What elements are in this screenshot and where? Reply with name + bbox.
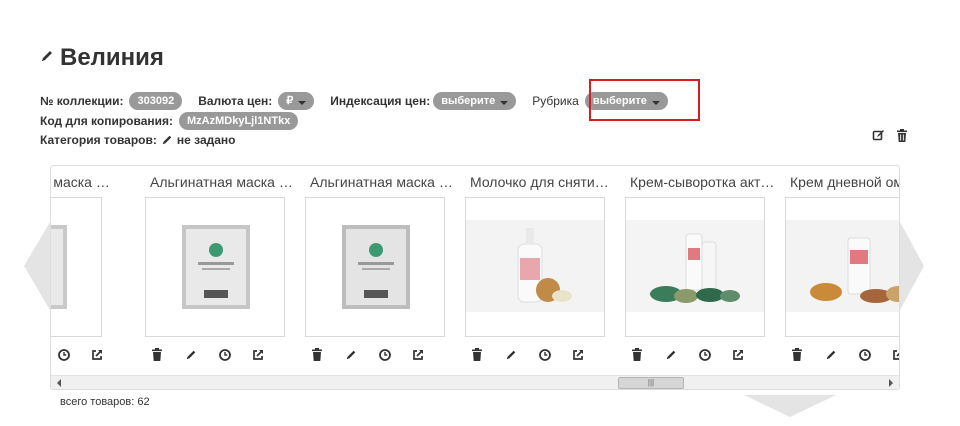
edit-button[interactable] xyxy=(823,349,839,365)
share-button[interactable] xyxy=(250,349,266,365)
product-image[interactable] xyxy=(305,197,445,337)
copy-code-label: Код для копирования: xyxy=(40,114,174,128)
product-image[interactable] xyxy=(625,197,765,337)
product-image[interactable] xyxy=(51,197,102,337)
rubric-highlight-box xyxy=(589,79,700,121)
trash-icon xyxy=(896,129,908,147)
history-button[interactable] xyxy=(56,349,72,365)
carousel-next-arrow[interactable] xyxy=(900,222,924,310)
share-icon xyxy=(91,348,103,366)
history-button[interactable] xyxy=(537,349,553,365)
product-title[interactable]: Молочко для снятия макияжа xyxy=(470,174,615,190)
pencil-icon xyxy=(505,348,517,366)
currency-dropdown[interactable]: ₽ xyxy=(278,92,315,110)
pencil-icon[interactable] xyxy=(40,42,54,70)
product-card[interactable]: Альгинатная маска для лица xyxy=(301,166,461,366)
product-title[interactable]: Альгинатная маска для лица xyxy=(150,174,295,190)
clock-icon xyxy=(699,348,711,366)
clock-icon xyxy=(539,348,551,366)
copy-code-row: Код для копирования: MzAzMDkyLjl1NTkx xyxy=(40,112,299,130)
product-card[interactable]: Крем-сыворотка активная xyxy=(621,166,781,366)
product-title[interactable]: Альгинатная маска для лица xyxy=(310,174,455,190)
category-value[interactable]: не задано xyxy=(177,133,236,147)
clock-icon xyxy=(219,348,231,366)
delete-button[interactable] xyxy=(469,348,485,366)
share-icon xyxy=(732,348,744,366)
share-button[interactable] xyxy=(890,348,899,366)
delete-button[interactable] xyxy=(309,348,325,366)
edit-button[interactable] xyxy=(503,349,519,365)
collection-number-label: № коллекции: xyxy=(40,94,124,108)
copy-code-value[interactable]: MzAzMDkyLjl1NTkx xyxy=(179,112,299,130)
history-button[interactable] xyxy=(857,349,873,365)
share-icon xyxy=(252,348,264,366)
pencil-icon xyxy=(185,348,197,366)
collection-name: Велиния xyxy=(60,44,164,71)
scroll-right-arrow[interactable] xyxy=(889,379,893,387)
delete-button[interactable] xyxy=(629,348,645,366)
scroll-left-arrow[interactable] xyxy=(57,379,61,387)
delete-button[interactable] xyxy=(149,348,165,366)
indexation-dropdown[interactable]: выберите xyxy=(433,92,517,110)
trash-icon xyxy=(151,348,163,366)
pencil-icon xyxy=(825,348,837,366)
trash-icon xyxy=(311,348,323,366)
expand-down-arrow[interactable] xyxy=(744,395,836,417)
pencil-icon[interactable] xyxy=(161,134,173,146)
category-row: Категория товаров: не задано xyxy=(40,133,236,147)
edit-button[interactable] xyxy=(663,349,679,365)
share-button[interactable] xyxy=(570,349,586,365)
edit-button[interactable] xyxy=(343,349,359,365)
currency-label: Валюта цен: xyxy=(198,94,273,108)
scrollbar-thumb[interactable]: ||| xyxy=(618,377,684,389)
collection-number-badge: 303092 xyxy=(129,92,183,110)
edit-collection-button[interactable] xyxy=(870,130,886,146)
clock-icon xyxy=(859,348,871,366)
caret-down-icon xyxy=(298,100,307,105)
collection-title: Велиния xyxy=(40,44,164,72)
horizontal-scrollbar[interactable]: ||| xyxy=(51,375,899,389)
total-products-count: всего товаров: 62 xyxy=(60,396,150,408)
share-icon xyxy=(892,348,899,366)
product-card[interactable]: Молочко для снятия макияжа xyxy=(461,166,621,366)
carousel-prev-arrow[interactable] xyxy=(24,222,50,310)
rubric-label: Рубрика xyxy=(532,94,579,108)
product-card[interactable]: Альгинатная маска для лица xyxy=(51,166,118,366)
collection-meta-row: № коллекции: 303092 Валюта цен: ₽ Индекс… xyxy=(40,92,668,110)
share-icon xyxy=(412,348,424,366)
pencil-icon xyxy=(345,348,357,366)
trash-icon xyxy=(791,348,803,366)
share-icon xyxy=(572,348,584,366)
pencil-icon xyxy=(665,348,677,366)
clock-icon xyxy=(58,348,70,366)
edit-square-icon xyxy=(872,129,885,147)
share-button[interactable] xyxy=(89,349,105,365)
share-button[interactable] xyxy=(410,349,426,365)
indexation-label: Индексация цен: xyxy=(330,94,431,108)
history-button[interactable] xyxy=(697,349,713,365)
product-image[interactable] xyxy=(145,197,285,337)
delete-collection-button[interactable] xyxy=(894,129,910,147)
product-card[interactable]: Альгинатная маска для лица xyxy=(141,166,301,366)
history-button[interactable] xyxy=(217,349,233,365)
delete-button[interactable] xyxy=(789,348,805,366)
product-image[interactable] xyxy=(785,197,899,337)
history-button[interactable] xyxy=(377,349,393,365)
trash-icon xyxy=(471,348,483,366)
category-label: Категория товаров: xyxy=(40,133,157,147)
edit-button[interactable] xyxy=(183,349,199,365)
share-button[interactable] xyxy=(730,349,746,365)
product-title[interactable]: Крем дневной омолаживающий xyxy=(790,174,899,190)
trash-icon xyxy=(631,348,643,366)
product-title[interactable]: Крем-сыворотка активная xyxy=(630,174,775,190)
product-image[interactable] xyxy=(465,197,605,337)
caret-down-icon xyxy=(500,100,509,105)
product-title[interactable]: Альгинатная маска для лица xyxy=(51,174,112,190)
product-carousel: Альгинатная маска для лица Альгинатная м… xyxy=(50,165,900,390)
product-card[interactable]: Крем дневной омолаживающий xyxy=(781,166,899,366)
clock-icon xyxy=(379,348,391,366)
